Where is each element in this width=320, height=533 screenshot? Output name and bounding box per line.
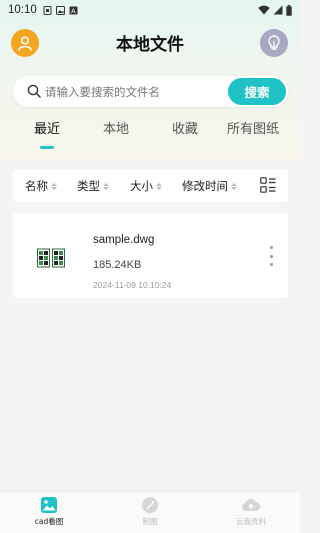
file-name: sample.dwg [93,234,155,246]
nav-label: 云盘资料 [236,517,266,526]
nav-label: 制图 [142,517,158,526]
wifi-icon [258,5,270,15]
sort-bar: 名称 类型 大小 修改时间 [13,169,288,202]
sort-label: 大小 [130,179,153,193]
sort-arrows-icon [51,182,57,190]
cloud-icon [242,498,261,511]
sort-label: 名称 [25,179,48,193]
page-title: 本地文件 [116,35,184,55]
lightbulb-icon [268,35,280,50]
search-icon [27,84,41,98]
search-button[interactable]: 搜索 [228,78,286,105]
file-modified-date: 2024-11-09 10:10:24 [93,280,172,290]
active-tab-indicator [40,146,54,149]
notification-icon: A [69,6,78,15]
search-bar: 搜索 [13,76,288,107]
status-time: 10:10 [8,4,37,16]
sort-by-modified[interactable]: 修改时间 [182,178,237,194]
sim-icon [43,5,52,15]
sort-arrows-icon [103,182,109,190]
search-input[interactable] [45,81,205,102]
tab-all-drawings[interactable]: 所有图纸 [227,118,279,137]
status-bar: 10:10 A [0,0,300,20]
tab-favorites[interactable]: 收藏 [172,118,198,137]
nav-cad-viewer[interactable]: cad看图 [14,496,84,527]
sort-arrows-icon [156,182,162,190]
sort-arrows-icon [231,182,237,190]
tab-bar: 最近 本地 收藏 所有图纸 [0,118,300,148]
tab-recent[interactable]: 最近 [34,118,60,137]
list-view-icon[interactable] [260,177,276,193]
sort-label: 类型 [77,179,100,193]
gallery-icon [55,5,65,15]
battery-icon [286,4,292,16]
app-header: 本地文件 [0,26,300,60]
tab-local[interactable]: 本地 [103,118,129,137]
sort-by-type[interactable]: 类型 [77,178,109,194]
nav-drafting[interactable]: 制图 [115,496,185,527]
sort-by-name[interactable]: 名称 [25,178,57,194]
pen-icon [142,497,158,513]
file-list-item[interactable]: sample.dwg 185.24KB 2024-11-09 10:10:24 [13,213,288,298]
nav-label: cad看图 [34,517,64,526]
more-vertical-icon[interactable] [266,246,276,266]
bottom-navigation: cad看图 制图 云盘资料 [0,491,300,533]
dwg-file-icon [37,248,65,268]
sort-label: 修改时间 [182,179,228,193]
sort-by-size[interactable]: 大小 [130,178,162,194]
file-size: 185.24KB [93,259,142,271]
svg-text:A: A [71,8,76,15]
tips-button[interactable] [260,29,288,57]
signal-icon [273,5,283,15]
nav-cloud-resources[interactable]: 云盘资料 [216,496,286,527]
image-icon [41,497,57,513]
